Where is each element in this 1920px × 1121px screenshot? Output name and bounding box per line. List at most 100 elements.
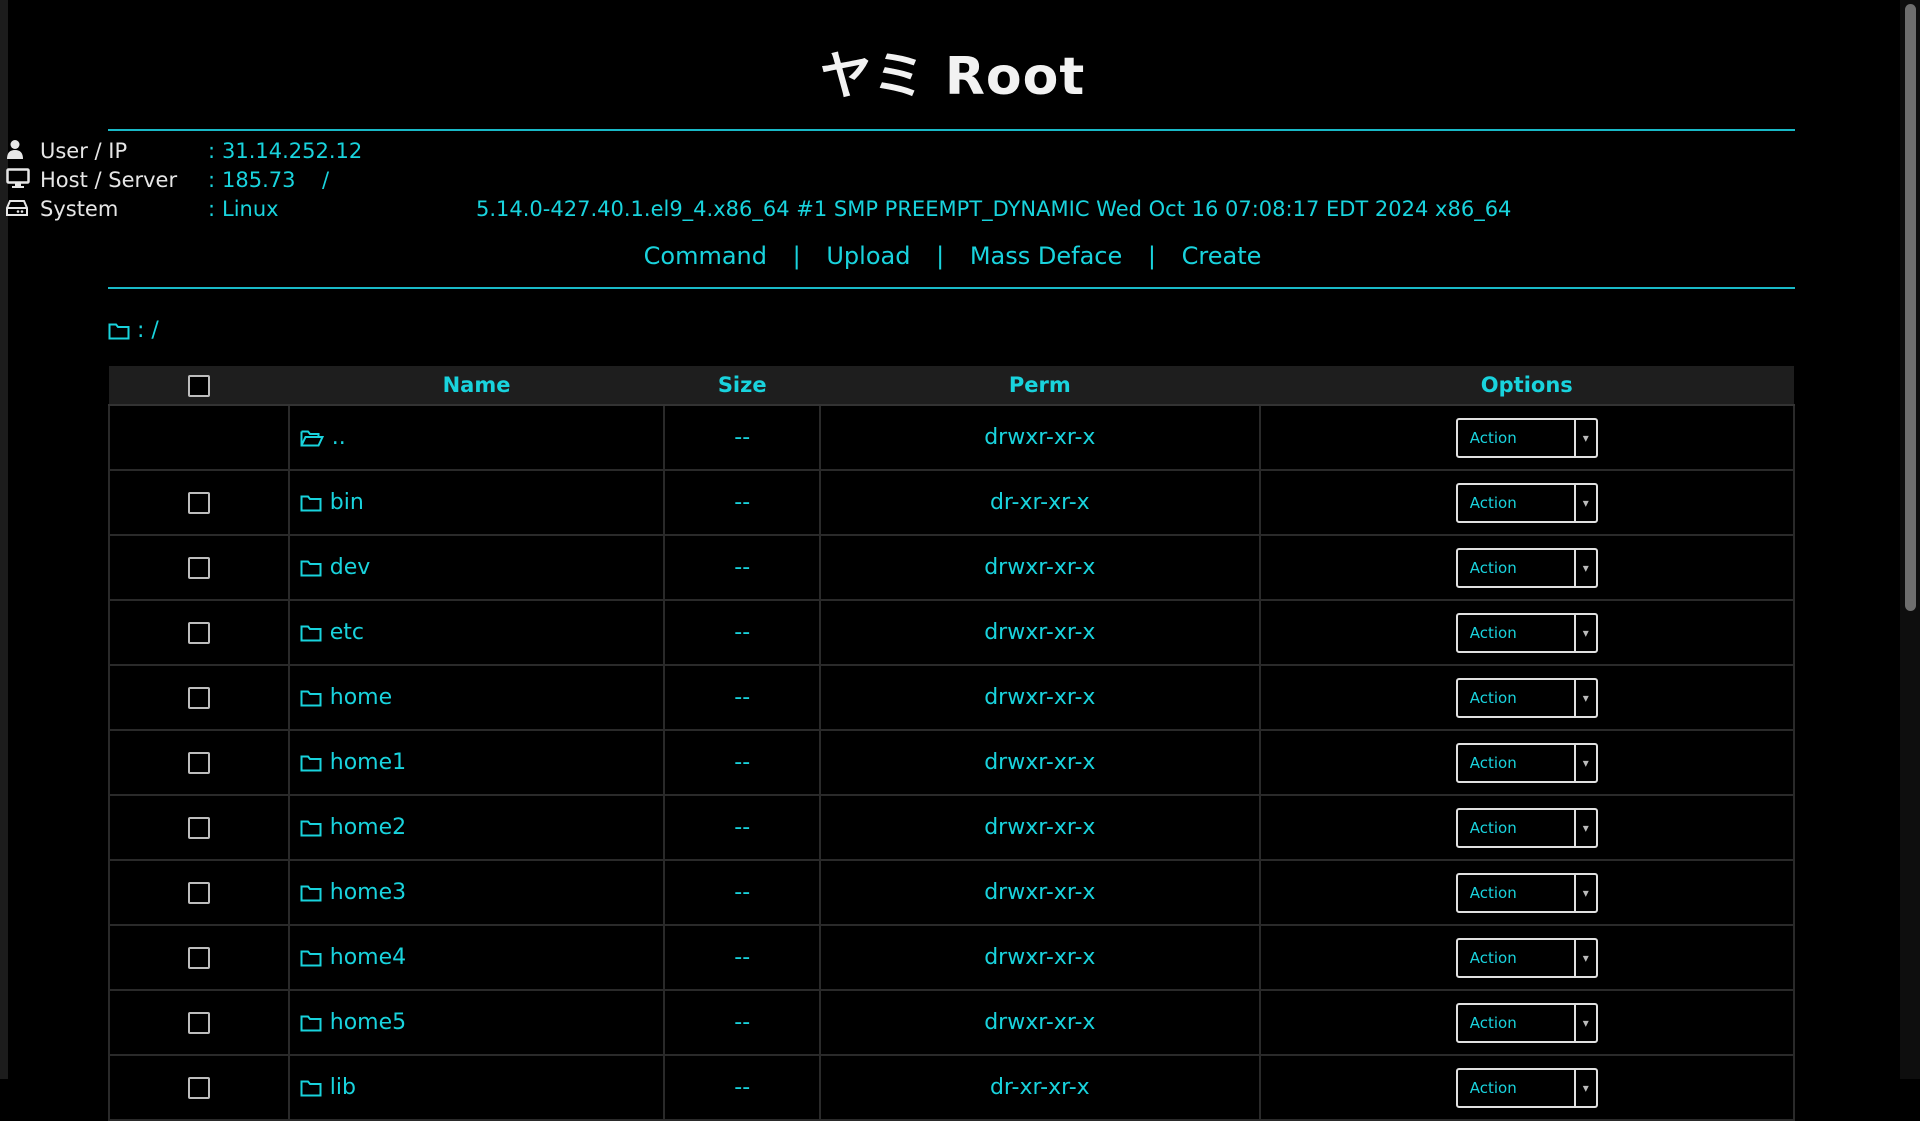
row-checkbox[interactable]: [187, 557, 210, 579]
hard-drive-icon: [6, 196, 30, 224]
name-cell[interactable]: home: [287, 664, 666, 731]
name-cell[interactable]: ..: [287, 404, 666, 471]
nav-create-link[interactable]: Create: [1182, 242, 1262, 270]
perm-cell[interactable]: dr-xr-xr-x: [819, 1054, 1261, 1121]
chevron-down-icon[interactable]: ▾: [1573, 809, 1596, 846]
table-row: home1 -- drwxr-xr-x Action ▾: [108, 729, 1796, 796]
perm-cell[interactable]: drwxr-xr-x: [819, 404, 1261, 471]
perm-cell[interactable]: drwxr-xr-x: [819, 859, 1261, 926]
row-checkbox[interactable]: [187, 492, 210, 514]
file-name[interactable]: home3: [330, 880, 406, 905]
name-cell[interactable]: home2: [287, 794, 666, 861]
file-name[interactable]: home4: [330, 945, 406, 970]
row-checkbox[interactable]: [187, 687, 210, 709]
table-row: dev -- drwxr-xr-x Action ▾: [108, 534, 1796, 601]
scrollbar[interactable]: [1900, 0, 1920, 1079]
action-select[interactable]: Action ▾: [1455, 547, 1598, 588]
name-cell[interactable]: home3: [287, 859, 666, 926]
options-cell: Action ▾: [1258, 924, 1796, 991]
row-checkbox[interactable]: [187, 752, 210, 774]
file-name[interactable]: bin: [330, 490, 364, 515]
row-checkbox[interactable]: [187, 882, 210, 904]
chevron-down-icon[interactable]: ▾: [1573, 679, 1596, 716]
row-select-cell: [108, 469, 290, 536]
row-checkbox[interactable]: [187, 1012, 210, 1034]
perm-cell[interactable]: dr-xr-xr-x: [819, 469, 1261, 536]
action-select[interactable]: Action ▾: [1455, 807, 1598, 848]
file-name[interactable]: dev: [330, 555, 371, 580]
action-select[interactable]: Action ▾: [1455, 742, 1598, 783]
table-row: .. -- drwxr-xr-x Action ▾: [108, 404, 1796, 471]
perm-cell[interactable]: drwxr-xr-x: [819, 924, 1261, 991]
action-select[interactable]: Action ▾: [1455, 872, 1598, 913]
chevron-down-icon[interactable]: ▾: [1573, 1004, 1596, 1041]
action-select[interactable]: Action ▾: [1455, 612, 1598, 653]
chevron-down-icon[interactable]: ▾: [1573, 419, 1596, 456]
size-cell: --: [663, 1054, 822, 1121]
row-checkbox[interactable]: [187, 622, 210, 644]
file-name[interactable]: home: [330, 685, 392, 710]
chevron-down-icon[interactable]: ▾: [1573, 1069, 1596, 1106]
chevron-down-icon[interactable]: ▾: [1573, 549, 1596, 586]
row-select-cell: [108, 729, 290, 796]
row-select-cell: [108, 859, 290, 926]
perm-cell[interactable]: drwxr-xr-x: [819, 729, 1261, 796]
info-host-row: Host / Server : 185.73 /: [6, 166, 329, 195]
chevron-down-icon[interactable]: ▾: [1573, 939, 1596, 976]
perm-cell[interactable]: drwxr-xr-x: [819, 599, 1261, 666]
path-root-link[interactable]: /: [151, 318, 158, 343]
folder-icon: [108, 323, 130, 340]
nav-mass-deface-link[interactable]: Mass Deface: [970, 242, 1122, 270]
name-cell[interactable]: etc: [287, 599, 666, 666]
file-name[interactable]: etc: [330, 620, 364, 645]
name-header[interactable]: Name: [288, 366, 665, 406]
scrollbar-thumb[interactable]: [1905, 4, 1916, 611]
folder-icon: [300, 1080, 322, 1097]
action-select[interactable]: Action ▾: [1455, 482, 1598, 523]
name-cell[interactable]: lib: [287, 1054, 666, 1121]
row-checkbox[interactable]: [187, 817, 210, 839]
system-label: System: [40, 197, 119, 221]
action-select[interactable]: Action ▾: [1455, 1002, 1598, 1043]
chevron-down-icon[interactable]: ▾: [1573, 744, 1596, 781]
monitor-icon: [6, 167, 30, 195]
row-select-cell: [108, 794, 290, 861]
chevron-down-icon[interactable]: ▾: [1573, 484, 1596, 521]
perm-header[interactable]: Perm: [820, 366, 1260, 406]
name-cell[interactable]: home4: [287, 924, 666, 991]
select-all-checkbox[interactable]: [187, 375, 210, 397]
file-name[interactable]: home5: [330, 1010, 406, 1035]
action-select[interactable]: Action ▾: [1455, 677, 1598, 718]
perm-cell[interactable]: drwxr-xr-x: [819, 534, 1261, 601]
system-kernel-info: 5.14.0-427.40.1.el9_4.x86_64 #1 SMP PREE…: [476, 197, 1512, 221]
file-name[interactable]: home2: [330, 815, 406, 840]
chevron-down-icon[interactable]: ▾: [1573, 614, 1596, 651]
row-checkbox[interactable]: [187, 947, 210, 969]
chevron-down-icon[interactable]: ▾: [1573, 874, 1596, 911]
perm-cell[interactable]: drwxr-xr-x: [819, 664, 1261, 731]
nav-command-link[interactable]: Command: [644, 242, 767, 270]
top-divider: [108, 129, 1795, 131]
host-server-separator: /: [322, 168, 330, 192]
folder-icon: [300, 755, 322, 772]
folder-icon: [300, 625, 322, 642]
size-cell: --: [663, 534, 822, 601]
action-select[interactable]: Action ▾: [1455, 1067, 1598, 1108]
perm-cell[interactable]: drwxr-xr-x: [819, 989, 1261, 1056]
table-row: lib -- dr-xr-xr-x Action ▾: [108, 1054, 1796, 1121]
name-cell[interactable]: home1: [287, 729, 666, 796]
file-name[interactable]: home1: [330, 750, 406, 775]
action-select[interactable]: Action ▾: [1455, 937, 1598, 978]
perm-cell[interactable]: drwxr-xr-x: [819, 794, 1261, 861]
name-cell[interactable]: home5: [287, 989, 666, 1056]
user-ip-value: 31.14.252.12: [222, 139, 363, 163]
size-header[interactable]: Size: [664, 366, 821, 406]
nav-upload-link[interactable]: Upload: [826, 242, 910, 270]
file-name[interactable]: ..: [332, 425, 346, 450]
name-cell[interactable]: bin: [287, 469, 666, 536]
size-cell: --: [663, 729, 822, 796]
action-select[interactable]: Action ▾: [1455, 417, 1598, 458]
row-checkbox[interactable]: [187, 1077, 210, 1099]
row-select-cell: [108, 664, 290, 731]
name-cell[interactable]: dev: [287, 534, 666, 601]
